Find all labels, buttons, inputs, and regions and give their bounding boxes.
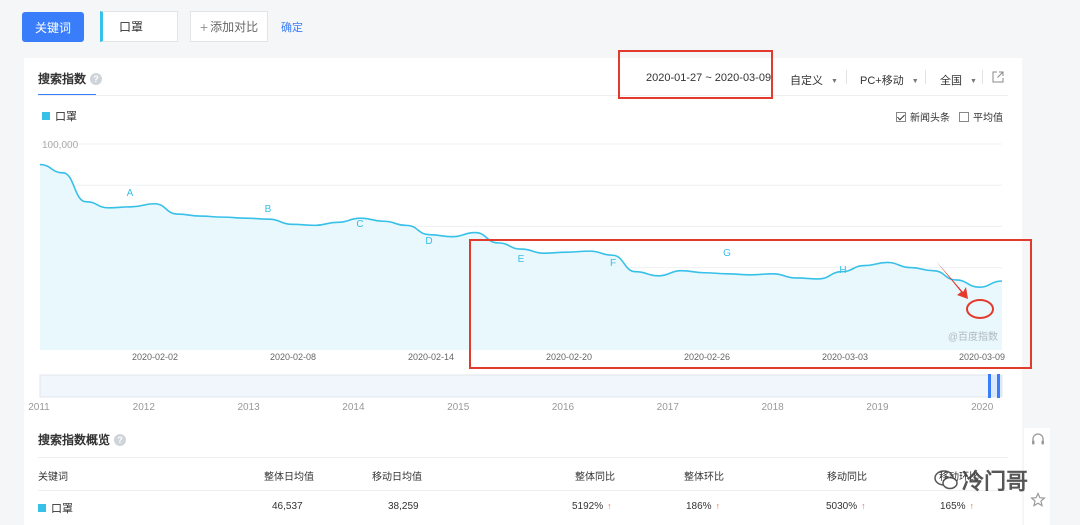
arrow-up-icon: ↑ [607, 501, 612, 511]
range-year-labels: 2011 2012 2013 2014 2015 2016 2017 2018 2019 2020 [28, 402, 994, 413]
annotation-c: C [356, 219, 363, 230]
overview-title: 搜索指数概览 ? [38, 431, 127, 448]
cell-overall-mom: 186% ↑ [686, 501, 720, 512]
arrow-up-icon: ↑ [715, 501, 721, 511]
help-icon[interactable]: ? [114, 433, 127, 446]
arrow-up-icon: ↑ [861, 501, 866, 511]
range-year-label: 2018 [761, 402, 784, 413]
header-overall-avg: 整体日均值 [264, 472, 314, 483]
x-tick-label: 2020-02-08 [270, 352, 316, 362]
header-mobile-yoy: 移动同比 [827, 472, 867, 483]
header-keyword: 关键词 [38, 472, 68, 483]
cell-mobile-avg: 38,259 [388, 501, 419, 512]
brand-name: 冷门哥 [962, 469, 1029, 494]
header-overall-yoy: 整体同比 [575, 472, 615, 483]
range-year-label: 2013 [237, 402, 260, 413]
annotation-d: D [425, 236, 432, 247]
star-icon[interactable] [1030, 492, 1046, 508]
range-year-label: 2012 [133, 402, 156, 413]
range-year-label: 2015 [447, 402, 470, 413]
range-slider-track [39, 374, 1003, 398]
overview-divider [38, 457, 1008, 458]
overall-mom-value: 186% [686, 501, 712, 512]
header-mobile-avg: 移动日均值 [372, 472, 422, 483]
row-keyword-label: 口罩 [51, 503, 73, 515]
brand-watermark: 冷门哥 [934, 464, 1028, 496]
date-range-highlight-box [618, 50, 773, 99]
wechat-icon [934, 470, 958, 490]
overview-title-label: 搜索指数概览 [38, 433, 111, 447]
cell-overall-yoy: 5192% ↑ [572, 501, 612, 512]
header-overall-mom: 整体环比 [684, 472, 724, 483]
annotation-a: A [127, 188, 134, 199]
headset-icon[interactable] [1030, 432, 1046, 448]
search-index-overview: 搜索指数概览 ? 关键词 整体日均值 移动日均值 整体同比 整体环比 移动同比 … [24, 428, 1022, 525]
range-year-label: 2011 [28, 402, 50, 413]
overall-yoy-value: 5192% [572, 501, 604, 512]
keyword-swatch [38, 504, 46, 512]
range-highlight-box [469, 239, 1032, 369]
cell-overall-avg: 46,537 [272, 501, 303, 512]
table-row-keyword: 口罩 [38, 500, 73, 516]
arrow-up-icon: ↑ [969, 501, 975, 511]
cell-mobile-mom: 165% ↑ [940, 501, 974, 512]
x-tick-label: 2020-02-14 [408, 352, 454, 362]
range-year-label: 2020 [971, 402, 994, 413]
range-year-label: 2017 [657, 402, 680, 413]
x-tick-label: 2020-02-02 [132, 352, 178, 362]
range-handle-right [997, 374, 1000, 398]
range-year-label: 2014 [342, 402, 365, 413]
mobile-yoy-value: 5030% [826, 501, 858, 512]
range-year-label: 2019 [866, 402, 889, 413]
row-divider [38, 490, 1008, 491]
cell-mobile-yoy: 5030% ↑ [826, 501, 866, 512]
y-tick-label: 100,000 [42, 140, 79, 151]
mobile-mom-value: 165% [940, 501, 966, 512]
range-handle-left [988, 374, 991, 398]
range-year-label: 2016 [552, 402, 575, 413]
annotation-b: B [265, 204, 272, 215]
